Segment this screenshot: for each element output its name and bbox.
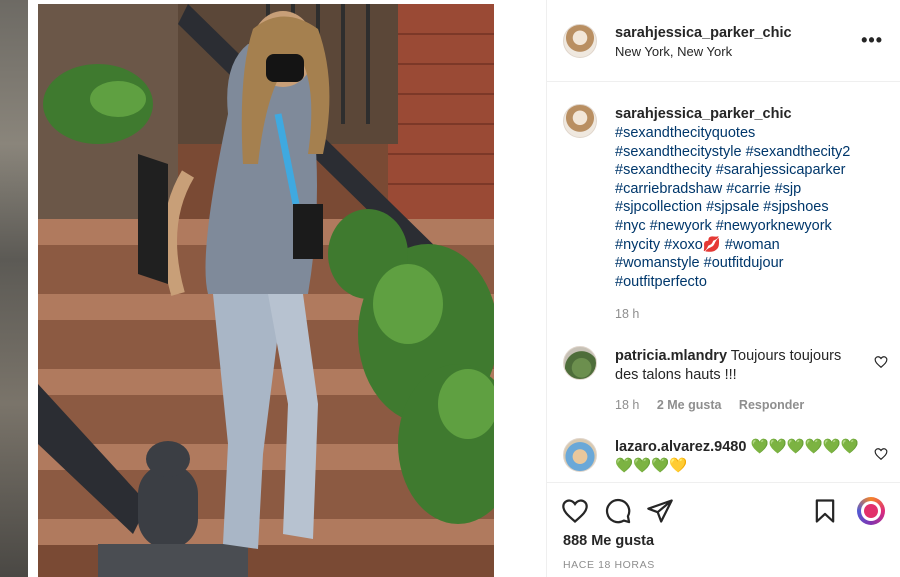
post-actions-bar: 888 Me gusta HACE 18 HORAS — [547, 482, 900, 577]
caption-line[interactable]: #nyc #newyork #newyorknewyork — [615, 217, 893, 236]
comment-icon[interactable] — [604, 497, 632, 525]
caption-hashtags: #sexandthecityquotes #sexandthecitystyle… — [615, 124, 893, 291]
comment: patricia.mlandry Toujours toujours des t… — [615, 347, 865, 384]
posted-time: HACE 18 HORAS — [563, 559, 655, 571]
owner-username[interactable]: sarahjessica_parker_chic — [615, 25, 792, 41]
comment-likes[interactable]: 2 Me gusta — [657, 398, 722, 412]
owner-avatar[interactable] — [563, 24, 597, 58]
share-icon[interactable] — [646, 497, 674, 525]
post-location[interactable]: New York, New York — [615, 44, 732, 59]
download-icon[interactable] — [857, 497, 885, 525]
comment-meta: 18 h 2 Me gusta Responder — [615, 398, 818, 412]
caption-line[interactable]: #outfitperfecto — [615, 273, 893, 292]
comment-username[interactable]: patricia.mlandry — [615, 348, 727, 364]
bookmark-icon[interactable] — [811, 497, 839, 525]
heart-icon[interactable] — [561, 497, 589, 525]
comment-avatar[interactable] — [563, 346, 597, 380]
caption-line[interactable]: #sexandthecitystyle #sexandthecity2 — [615, 143, 893, 162]
background-strip — [0, 0, 38, 577]
caption-avatar[interactable] — [563, 104, 597, 138]
post-details-panel: sarahjessica_parker_chic New York, New Y… — [546, 0, 900, 577]
caption-line[interactable]: #nycity #xoxo💋 #woman — [615, 236, 893, 255]
post-header: sarahjessica_parker_chic New York, New Y… — [547, 0, 900, 82]
post-image[interactable] — [38, 4, 494, 577]
caption-line[interactable]: #sjpcollection #sjpsale #sjpshoes — [615, 198, 893, 217]
caption-line[interactable]: #womanstyle #outfitdujour — [615, 254, 893, 273]
comment-time: 18 h — [615, 398, 640, 412]
download-icon-inner — [864, 504, 878, 518]
comment-avatar[interactable] — [563, 438, 597, 472]
caption-username[interactable]: sarahjessica_parker_chic — [615, 106, 792, 122]
caption-line[interactable]: #sexandthecity #sarahjessicaparker — [615, 161, 893, 180]
caption-line[interactable]: #sexandthecityquotes — [615, 124, 893, 143]
comment-username[interactable]: lazaro.alvarez.9480 — [615, 439, 746, 455]
like-comment-heart-icon[interactable] — [874, 447, 888, 461]
likes-count[interactable]: 888 Me gusta — [563, 533, 654, 549]
caption-line[interactable]: #carriebradshaw #carrie #sjp — [615, 180, 893, 199]
like-comment-heart-icon[interactable] — [874, 355, 888, 369]
reply-button[interactable]: Responder — [739, 398, 804, 412]
more-horizontal-icon[interactable]: ••• — [861, 30, 883, 51]
comment: lazaro.alvarez.9480 💚💚💚💚💚💚💚💚💚💛 — [615, 438, 865, 475]
caption-time: 18 h — [615, 307, 640, 321]
